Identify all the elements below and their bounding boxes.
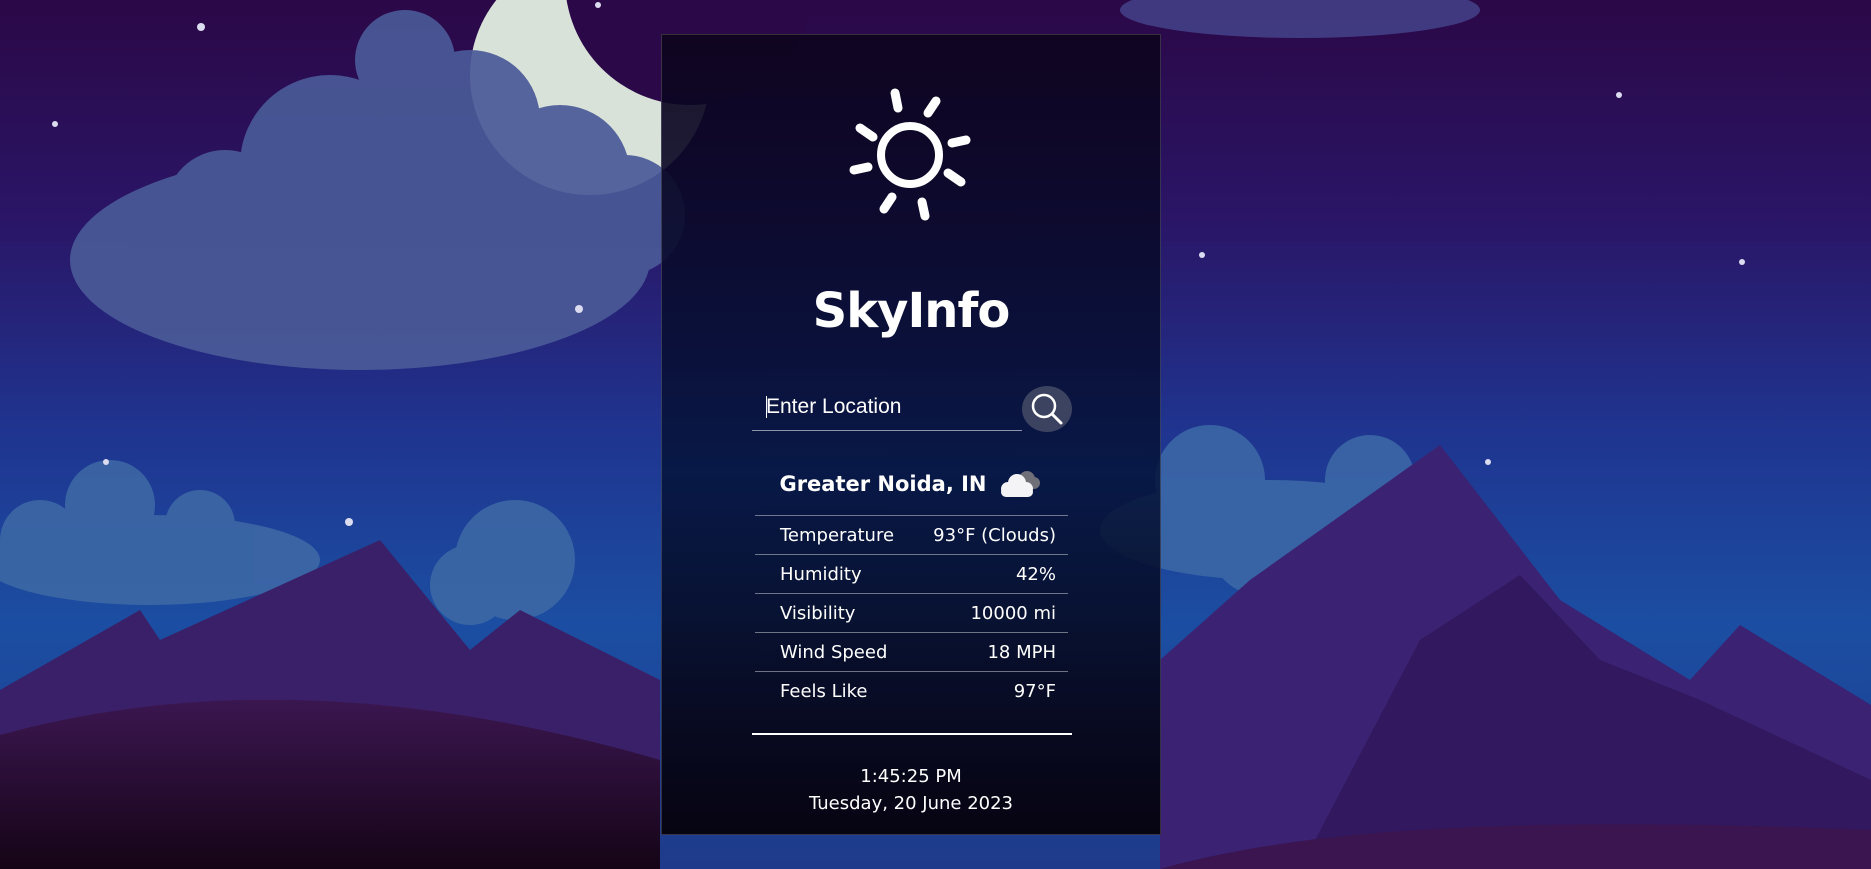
stat-row-temperature: Temperature 93°F (Clouds) xyxy=(755,515,1068,554)
stat-label: Humidity xyxy=(780,563,862,585)
stat-value: 10000 mi xyxy=(970,602,1056,624)
search-button[interactable] xyxy=(1022,386,1072,432)
weather-stats: Temperature 93°F (Clouds) Humidity 42% V… xyxy=(755,515,1068,710)
stat-label: Temperature xyxy=(780,524,895,546)
stat-label: Visibility xyxy=(780,602,856,624)
location-search-input[interactable] xyxy=(752,383,1022,431)
current-time: 1:45:25 PM xyxy=(860,766,962,787)
stat-row-wind-speed: Wind Speed 18 MPH xyxy=(755,632,1068,671)
stat-label: Feels Like xyxy=(780,680,868,702)
stat-label: Wind Speed xyxy=(780,641,888,663)
stat-row-feels-like: Feels Like 97°F xyxy=(755,671,1068,710)
current-date: Tuesday, 20 June 2023 xyxy=(808,793,1014,814)
divider xyxy=(752,733,1072,735)
stat-value: 18 MPH xyxy=(987,641,1056,663)
cloud-icon xyxy=(1000,471,1040,497)
stat-value: 42% xyxy=(1015,563,1056,585)
search-icon xyxy=(1031,393,1063,425)
location-header: Greater Noida, IN xyxy=(662,467,1160,501)
sun-icon xyxy=(849,88,971,221)
weather-card: SkyInfo Greater Noida, IN Temperatu xyxy=(661,34,1161,835)
stat-row-humidity: Humidity 42% xyxy=(755,554,1068,593)
text-caret xyxy=(766,396,767,418)
stat-value: 93°F (Clouds) xyxy=(933,524,1056,546)
stat-row-visibility: Visibility 10000 mi xyxy=(755,593,1068,632)
stat-value: 97°F xyxy=(1013,680,1056,702)
app-title: SkyInfo xyxy=(812,283,1011,339)
location-name: Greater Noida, IN xyxy=(779,472,987,496)
